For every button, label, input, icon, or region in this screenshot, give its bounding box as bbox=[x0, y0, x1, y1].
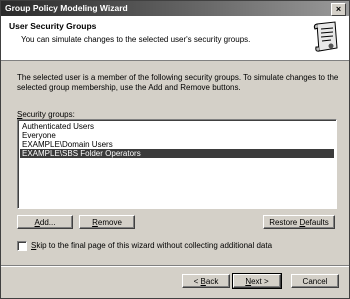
cancel-button[interactable]: Cancel bbox=[291, 274, 339, 288]
footer-separator bbox=[1, 265, 349, 267]
list-item[interactable]: EXAMPLE\Domain Users bbox=[20, 140, 334, 149]
list-item[interactable]: Authenticated Users bbox=[20, 122, 334, 131]
security-groups-list[interactable]: Authenticated Users Everyone EXAMPLE\Dom… bbox=[17, 119, 337, 209]
skip-checkbox-label[interactable]: Skip to the final page of this wizard wi… bbox=[31, 241, 272, 250]
add-button[interactable]: Add... bbox=[17, 215, 73, 229]
wizard-header: User Security Groups You can simulate ch… bbox=[1, 16, 349, 61]
title-bar[interactable]: Group Policy Modeling Wizard × bbox=[1, 1, 349, 16]
list-item[interactable]: Everyone bbox=[20, 131, 334, 140]
wizard-window: Group Policy Modeling Wizard × User Secu… bbox=[0, 0, 350, 299]
scroll-icon bbox=[313, 21, 338, 52]
groups-label-rest: ecurity groups: bbox=[22, 110, 75, 119]
window-title: Group Policy Modeling Wizard bbox=[5, 3, 128, 13]
remove-button[interactable]: Remove bbox=[79, 215, 135, 229]
description-text: The selected user is a member of the fol… bbox=[17, 73, 339, 92]
page-subtitle: You can simulate changes to the selected… bbox=[21, 35, 251, 44]
page-title: User Security Groups bbox=[9, 21, 97, 31]
skip-checkbox[interactable] bbox=[17, 241, 27, 251]
security-groups-label: Security groups: bbox=[17, 110, 75, 119]
back-button[interactable]: < Back bbox=[182, 274, 230, 288]
restore-defaults-button[interactable]: Restore Defaults bbox=[263, 215, 335, 229]
close-button[interactable]: × bbox=[331, 3, 346, 16]
list-item-selected[interactable]: EXAMPLE\SBS Folder Operators bbox=[20, 149, 334, 158]
next-button[interactable]: Next > bbox=[232, 273, 282, 289]
